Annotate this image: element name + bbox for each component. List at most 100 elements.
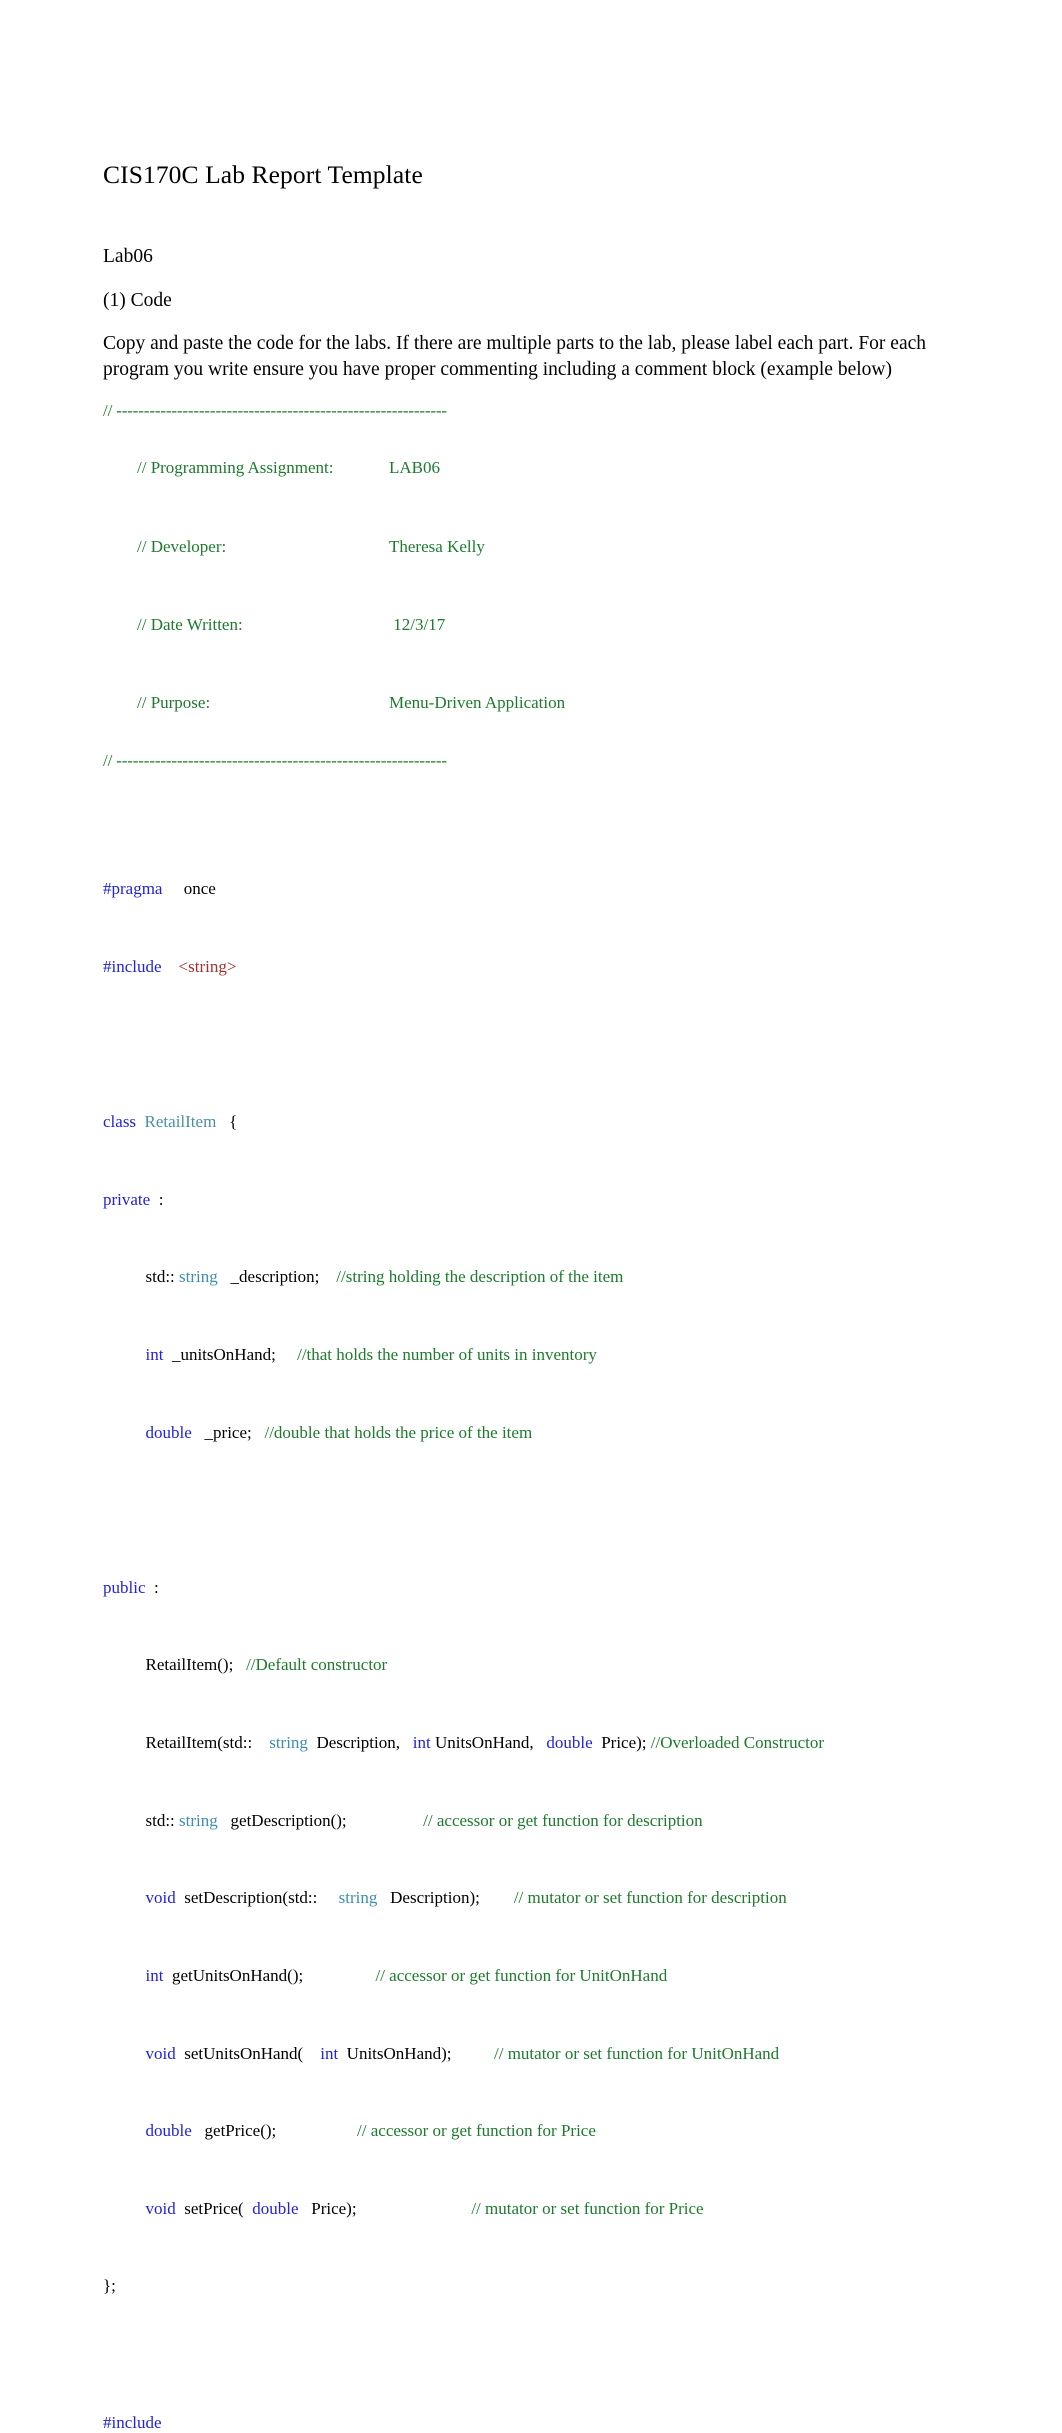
param-description-overload: Description,: [316, 1733, 401, 1753]
code-line-public: public :: [103, 1578, 948, 1597]
document-content: CIS170C Lab Report Template Lab06 (1) Co…: [103, 160, 948, 2433]
comment-row-assignment: // Programming Assignment: LAB06: [103, 438, 948, 499]
comment-overloaded-constructor: //Overloaded Constructor: [650, 1733, 825, 1753]
comment-setprice: // mutator or set function for Price: [471, 2198, 704, 2218]
class-open-brace: {: [229, 1112, 238, 1132]
spacer-after-section: [103, 312, 948, 331]
code-line-class-decl: class RetailItem {: [103, 1112, 948, 1131]
code-line-overloaded-ctor: RetailItem(std:: string Description, int…: [103, 1733, 948, 1752]
code-line-member-description: std:: string _description; //string hold…: [103, 1267, 948, 1286]
comment-value-purpose: Menu-Driven Application: [389, 692, 566, 712]
signature-getprice: getPrice();: [204, 2121, 277, 2141]
keyword-class: class: [103, 1112, 137, 1132]
document-page: CIS170C Lab Report Template Lab06 (1) Co…: [0, 0, 1062, 2432]
spacer-before-comment-block: [103, 383, 948, 401]
trailing-include-line: #include: [103, 2413, 948, 2432]
comment-value-assignment: LAB06: [389, 458, 440, 478]
signature-setdescription-part1: setDescription(std::: [184, 1888, 318, 1908]
type-int-units: int: [145, 1344, 164, 1364]
comment-getprice: // accessor or get function for Price: [357, 2121, 596, 2141]
type-double-overload: double: [546, 1733, 593, 1753]
comment-member-price: //double that holds the price of the ite…: [264, 1422, 533, 1442]
member-name-units: _unitsOnHand;: [171, 1344, 276, 1364]
comment-member-units: //that holds the number of units in inve…: [297, 1344, 597, 1364]
comment-rule-top: // -------------------------------------…: [103, 400, 447, 420]
param-units-overload: UnitsOnHand,: [434, 1733, 534, 1753]
code-line-member-price: double _price; //double that holds the p…: [103, 1423, 948, 1442]
signature-setunitsonhand-part1: setUnitsOnHand(: [184, 2043, 304, 2063]
comment-key-assignment: // Programming Assignment:: [137, 458, 334, 478]
code-line-default-ctor: RetailItem(); //Default constructor: [103, 1655, 948, 1674]
comment-rule-bottom: // -------------------------------------…: [103, 750, 447, 770]
signature-setprice-part2: Price);: [311, 2198, 357, 2218]
param-price-overload: Price);: [601, 1733, 647, 1753]
instructions-paragraph: Copy and paste the code for the labs. If…: [103, 333, 927, 380]
keyword-pragma: #pragma: [103, 879, 163, 899]
keyword-public: public: [103, 1577, 146, 1597]
source-code-listing: #pragma once #include <string> class Ret…: [103, 821, 948, 2354]
code-line-include-string: #include <string>: [103, 957, 948, 976]
code-line-set-description: void setDescription(std:: string Descrip…: [103, 1888, 948, 1907]
type-double-setprice: double: [252, 2198, 299, 2218]
std-qualifier-getdescription: std::: [145, 1810, 175, 1830]
type-string-setdescription: string: [338, 1888, 378, 1908]
comment-header-block: // -------------------------------------…: [103, 401, 948, 771]
code-blank-line-1: [103, 1035, 948, 1054]
keyword-include: #include: [103, 956, 162, 976]
comment-value-developer: Theresa Kelly: [389, 536, 485, 556]
public-colon: :: [154, 1577, 159, 1597]
lab-identifier: Lab06: [103, 246, 153, 268]
type-void-setunits: void: [145, 2043, 176, 2063]
type-string-description: string: [179, 1267, 218, 1287]
page-title: CIS170C Lab Report Template: [103, 160, 423, 189]
comment-value-date: 12/3/17: [389, 614, 446, 634]
spacer-after-lab-id: [103, 269, 948, 289]
signature-default-constructor: RetailItem();: [145, 1655, 234, 1675]
comment-key-purpose: // Purpose:: [137, 692, 211, 712]
comment-getunitsonhand: // accessor or get function for UnitOnHa…: [375, 1965, 668, 1985]
private-colon: :: [158, 1189, 164, 1209]
comment-getdescription: // accessor or get function for descript…: [423, 1810, 703, 1830]
type-string-getdescription: string: [179, 1810, 218, 1830]
comment-key-developer: // Developer:: [137, 536, 227, 556]
code-line-member-units: int _unitsOnHand; //that holds the numbe…: [103, 1345, 948, 1364]
type-void-setdescription: void: [145, 1888, 176, 1908]
code-line-get-description: std:: string getDescription(); // access…: [103, 1811, 948, 1830]
comment-setdescription: // mutator or set function for descripti…: [513, 1888, 787, 1908]
comment-row-date: // Date Written: 12/3/17: [103, 594, 948, 655]
keyword-private: private: [103, 1189, 151, 1209]
std-qualifier-description: std::: [145, 1267, 175, 1287]
comment-row-developer: // Developer: Theresa Kelly: [103, 516, 948, 577]
code-blank-line-2: [103, 1500, 948, 1519]
comment-key-date: // Date Written:: [137, 614, 243, 634]
type-int-getunits: int: [145, 1965, 164, 1985]
type-double-price: double: [145, 1422, 192, 1442]
comment-setunitsonhand: // mutator or set function for UnitOnHan…: [494, 2043, 780, 2063]
type-int-setunits: int: [320, 2043, 339, 2063]
type-int-overload: int: [412, 1733, 431, 1753]
signature-getdescription: getDescription();: [230, 1810, 347, 1830]
member-name-price: _price;: [204, 1422, 252, 1442]
section-heading-code: (1) Code: [103, 289, 172, 311]
comment-member-description: //string holding the description of the …: [336, 1267, 624, 1287]
signature-overload-part1: RetailItem(std::: [145, 1733, 253, 1753]
type-string-overload: string: [269, 1733, 308, 1753]
code-line-get-units: int getUnitsOnHand(); // accessor or get…: [103, 1966, 948, 1985]
keyword-include-trailing: #include: [103, 2413, 162, 2433]
comment-default-constructor: //Default constructor: [246, 1655, 388, 1675]
code-line-class-end: };: [103, 2276, 948, 2295]
class-name-retailitem: RetailItem: [144, 1112, 217, 1132]
signature-setdescription-part2: Description);: [390, 1888, 480, 1908]
code-line-set-units: void setUnitsOnHand( int UnitsOnHand); /…: [103, 2044, 948, 2063]
signature-getunitsonhand: getUnitsOnHand();: [171, 1965, 304, 1985]
code-line-private: private :: [103, 1190, 948, 1209]
code-line-pragma: #pragma once: [103, 879, 948, 898]
include-header-string: <string>: [178, 956, 237, 976]
title-spacer: [103, 189, 948, 245]
member-name-description: _description;: [230, 1267, 320, 1287]
code-line-set-price: void setPrice( double Price); // mutator…: [103, 2199, 948, 2218]
code-line-get-price: double getPrice(); // accessor or get fu…: [103, 2121, 948, 2140]
type-double-getprice: double: [145, 2121, 192, 2141]
signature-setprice-part1: setPrice(: [184, 2198, 244, 2218]
pragma-argument: once: [183, 879, 216, 899]
